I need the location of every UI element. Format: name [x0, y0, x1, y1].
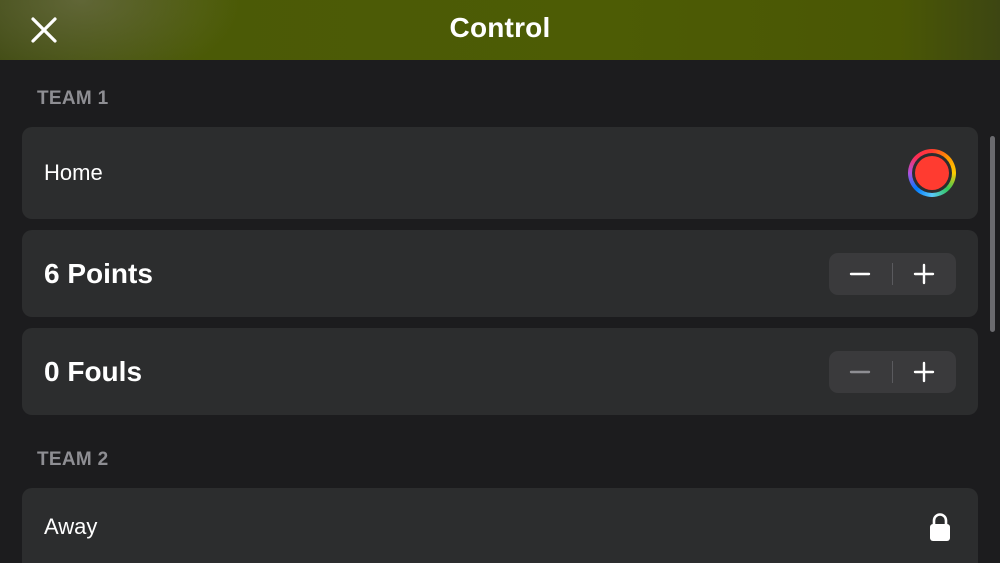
points-decrement-button[interactable] [829, 253, 892, 295]
team-1-name: Home [44, 160, 103, 185]
points-stepper[interactable] [829, 252, 956, 295]
page-title: Control [449, 12, 551, 43]
control-screen: Control TEAM 1 Home 6 Points 0 Fouls TEA… [0, 0, 1000, 563]
team-2-name-row[interactable]: Away [22, 488, 978, 563]
color-swatch [915, 156, 949, 190]
team-1-name-row[interactable]: Home [22, 127, 978, 219]
plus-icon [913, 361, 935, 382]
scrollbar[interactable] [990, 136, 995, 332]
team-1-fouls-label: 0 Fouls [44, 355, 143, 387]
section-header-team-2: TEAM 2 [37, 449, 109, 470]
minus-icon [849, 370, 871, 373]
plus-icon [913, 263, 935, 284]
team-1-color-picker[interactable] [908, 149, 956, 197]
section-header-team-1: TEAM 1 [37, 88, 109, 109]
points-increment-button[interactable] [893, 253, 956, 295]
navigation-bar: Control [0, 0, 1000, 60]
fouls-increment-button[interactable] [893, 351, 956, 393]
minus-icon [849, 272, 871, 275]
lock-icon [930, 513, 950, 541]
fouls-decrement-button[interactable] [829, 351, 892, 393]
team-1-fouls-row: 0 Fouls [22, 328, 978, 415]
team-2-name: Away [44, 514, 98, 539]
team-1-points-label: 6 Points [44, 257, 153, 289]
fouls-stepper[interactable] [829, 350, 956, 393]
team-1-points-row: 6 Points [22, 230, 978, 317]
